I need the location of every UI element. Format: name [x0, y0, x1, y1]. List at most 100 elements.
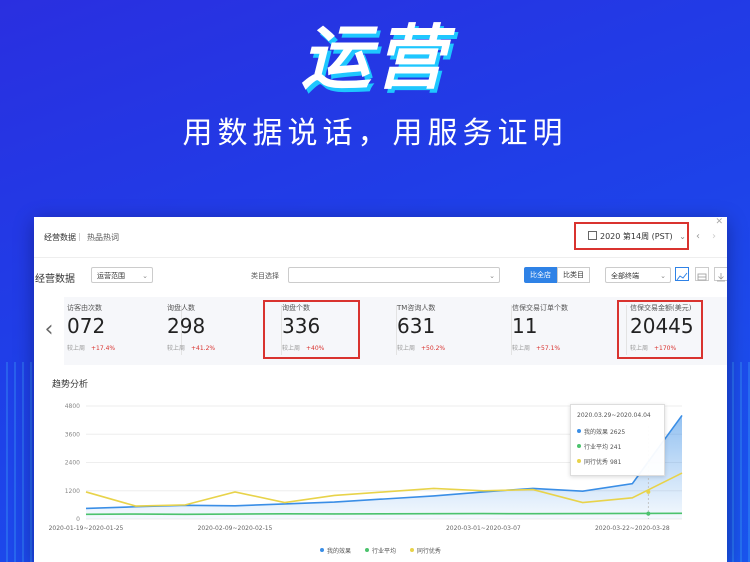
category-select[interactable]: ⌄: [288, 267, 500, 283]
dashboard-panel: 经营数据 | 热品热词 2020 第14周 (PST) ⌄ ‹ › ✕ 经营数据…: [34, 217, 727, 562]
series-point: [85, 508, 87, 510]
metric-compare-label: 较上周: [397, 345, 416, 352]
tab-hot-products[interactable]: 热品热词: [87, 232, 119, 243]
legend-item[interactable]: 我的效果: [320, 548, 351, 555]
metric-compare-label: 较上周: [167, 345, 186, 352]
category-label: 类目选择: [251, 272, 279, 280]
metric-compare: 较上周 +57.1%: [512, 343, 560, 352]
series-point: [532, 513, 534, 515]
series-point: [632, 483, 634, 485]
y-tick-label: 1200: [65, 488, 80, 495]
series-point: [582, 490, 584, 492]
series-point: [582, 513, 584, 515]
legend-label: 行业平均: [371, 548, 396, 555]
series-point: [383, 491, 385, 493]
series-point: [334, 495, 336, 497]
series-point: [483, 490, 485, 492]
metric-highlight: [263, 300, 360, 359]
series-point: [234, 513, 236, 515]
x-tick-label: 2020-02-09~2020-02-15: [198, 525, 273, 532]
series-point: [284, 503, 286, 505]
legend-dot: [364, 548, 369, 552]
chevron-left-icon[interactable]: ‹: [696, 231, 700, 242]
series-point: [284, 502, 286, 504]
series-point: [334, 501, 336, 503]
tooltip-row: 我的效果 2625: [577, 427, 625, 436]
section-title: 经营数据: [35, 274, 75, 285]
tooltip-label: 行业平均: [584, 444, 609, 451]
metric-card[interactable]: TM咨询人数 631 较上周 +50.2%: [397, 297, 512, 365]
series-point: [483, 513, 485, 515]
metric-card[interactable]: 信保交易订单个数 11 较上周 +57.1%: [512, 297, 627, 365]
breadcrumb-separator: |: [78, 232, 81, 241]
toolbar: 经营数据 运营范围 ⌄ 类目选择 ⌄ 比全店 比类目 全部终端 ⌄: [34, 267, 727, 287]
tab-business-data[interactable]: 经营数据: [44, 232, 76, 243]
series-point: [433, 488, 435, 490]
banner-headline: 运营: [301, 17, 449, 99]
metric-value: 298: [167, 314, 206, 338]
x-tick-label: 2020-01-19~2020-01-25: [49, 525, 124, 532]
metric-card[interactable]: 访客由次数 072 较上周 +17.4%: [67, 297, 182, 365]
series-point: [85, 491, 87, 493]
close-icon[interactable]: ✕: [715, 217, 723, 227]
terminal-select[interactable]: 全部终端 ⌄: [605, 267, 671, 283]
download-icon[interactable]: [714, 267, 727, 282]
metric-label: 询盘人数: [167, 304, 195, 312]
series-point: [383, 498, 385, 500]
metric-label: 访客由次数: [67, 304, 102, 312]
hover-point: [646, 489, 651, 494]
tooltip-value: 981: [609, 459, 622, 466]
chart-tooltip: 2020.03.29~2020.04.04 我的效果 2625 行业平均 241…: [570, 404, 665, 476]
series-point: [532, 489, 534, 491]
legend-dot: [577, 429, 581, 433]
chart-legend: 我的效果 行业平均 同行优秀: [34, 546, 727, 555]
metric-label: TM咨询人数: [397, 304, 436, 312]
trend-title: 趋势分析: [52, 380, 89, 390]
x-tick-label: 2020-03-22~2020-03-28: [595, 525, 670, 532]
tooltip-value: 241: [609, 444, 622, 451]
x-tick-label: 2020-03-01~2020-03-07: [446, 525, 521, 532]
legend-dot: [577, 459, 581, 463]
tooltip-row: 行业平均 241: [577, 442, 621, 451]
metric-label: 信保交易订单个数: [512, 304, 568, 312]
series-point: [681, 472, 683, 474]
hover-point: [646, 511, 651, 516]
metric-compare-label: 较上周: [67, 345, 86, 352]
chevron-left-icon[interactable]: ‹: [34, 297, 64, 365]
series-point: [234, 505, 236, 507]
metric-value: 072: [67, 314, 106, 338]
series-point: [433, 495, 435, 497]
series-point: [632, 513, 634, 515]
series-point: [234, 491, 236, 493]
series-point: [632, 497, 634, 499]
calendar-icon: [588, 231, 597, 240]
tooltip-value: 2625: [609, 429, 626, 436]
compare-all-button[interactable]: 比全店: [524, 267, 557, 283]
chevron-down-icon: ⌄: [489, 272, 495, 280]
scope-select[interactable]: 运营范围 ⌄: [91, 267, 153, 283]
chevron-down-icon: ⌄: [142, 272, 148, 280]
metric-change: +50.2%: [421, 345, 446, 352]
date-picker[interactable]: 2020 第14周 (PST) ⌄: [588, 230, 688, 244]
legend-dot: [320, 548, 325, 552]
metric-compare: 较上周 +17.4%: [67, 343, 115, 352]
line-chart-icon[interactable]: [675, 267, 689, 281]
legend-item[interactable]: 同行优秀: [409, 548, 441, 555]
legend-dot: [577, 444, 581, 448]
metric-highlight: [617, 300, 703, 359]
y-tick-label: 2400: [65, 460, 80, 467]
legend-dot: [409, 548, 414, 552]
series-point: [383, 513, 385, 515]
compare-category-button[interactable]: 比类目: [557, 267, 590, 283]
legend-item[interactable]: 行业平均: [364, 548, 396, 555]
chevron-right-icon[interactable]: ›: [712, 231, 716, 242]
terminal-value: 全部终端: [611, 272, 639, 280]
y-tick-label: 4800: [65, 403, 80, 410]
series-point: [334, 513, 336, 515]
series-point: [433, 513, 435, 515]
table-icon[interactable]: [695, 267, 709, 281]
metric-change: +57.1%: [536, 345, 561, 352]
tooltip-date: 2020.03.29~2020.04.04: [577, 412, 651, 419]
tooltip-row: 同行优秀 981: [577, 457, 621, 466]
chevron-down-icon: ⌄: [679, 232, 686, 241]
